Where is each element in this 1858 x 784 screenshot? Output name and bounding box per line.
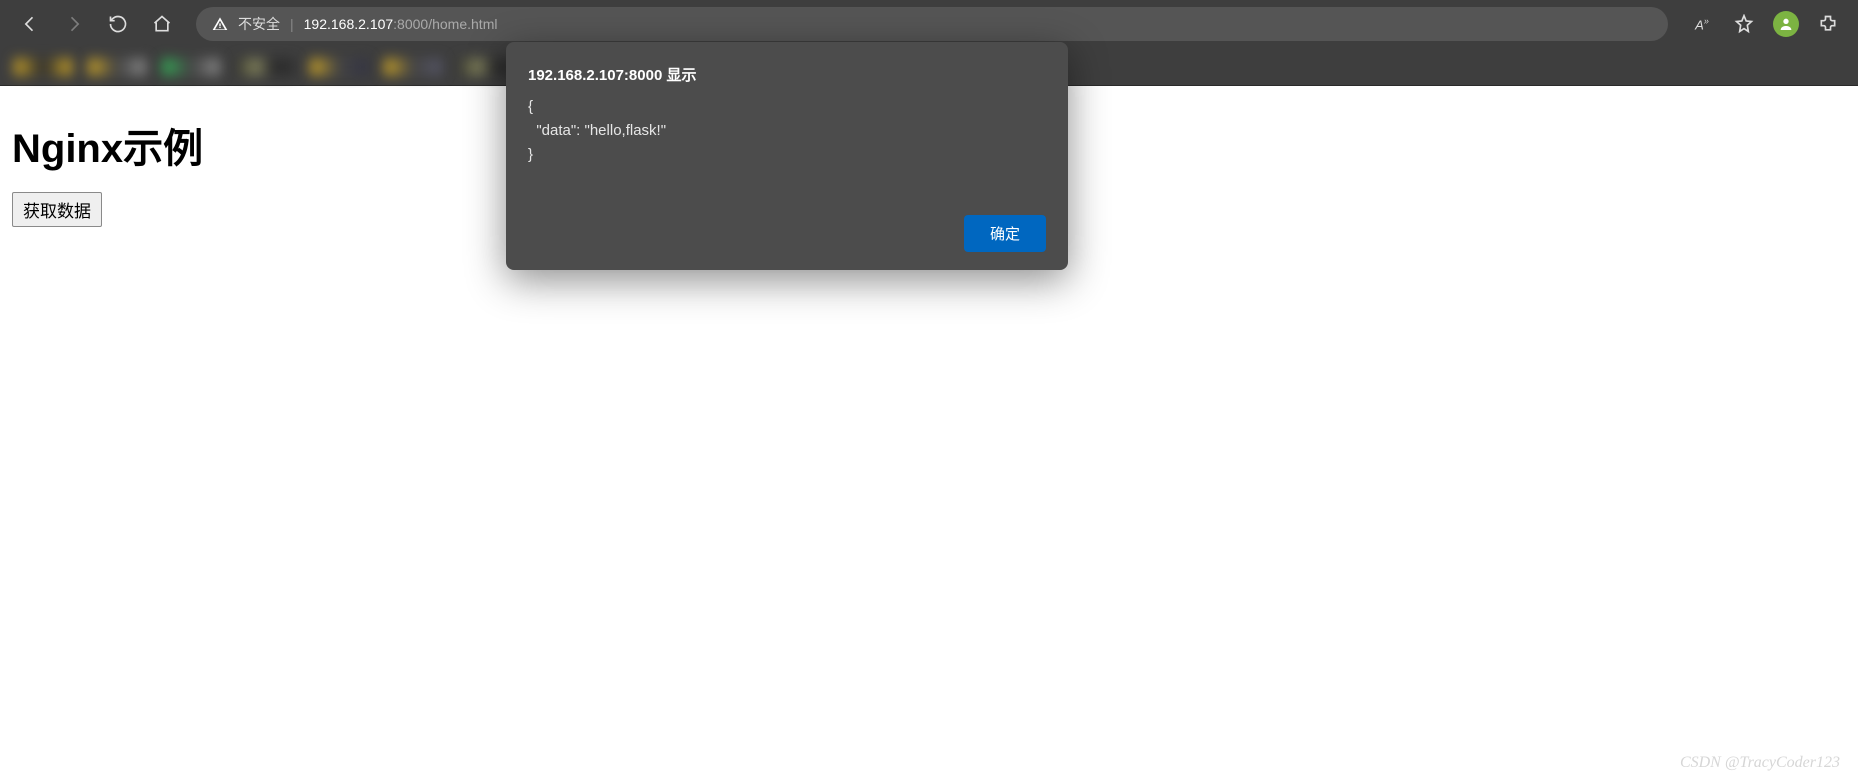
url-path: /home.html: [428, 16, 497, 32]
refresh-button[interactable]: [100, 6, 136, 42]
forward-button[interactable]: [56, 6, 92, 42]
toolbar-right: A»: [1684, 6, 1846, 42]
url-text: 192.168.2.107:8000/home.html: [304, 16, 498, 32]
fetch-data-button[interactable]: 获取数据: [12, 192, 102, 227]
profile-avatar[interactable]: [1768, 6, 1804, 42]
url-port: :8000: [393, 16, 428, 32]
favorite-icon[interactable]: [1726, 6, 1762, 42]
bookmark-item[interactable]: [82, 53, 152, 81]
alert-message: { "data": "hello,flask!" }: [528, 95, 1046, 167]
extensions-icon[interactable]: [1810, 6, 1846, 42]
address-separator: |: [290, 16, 294, 32]
home-button[interactable]: [144, 6, 180, 42]
url-host: 192.168.2.107: [304, 16, 394, 32]
bookmark-item[interactable]: [304, 53, 374, 81]
bookmark-item[interactable]: [8, 53, 78, 81]
browser-toolbar: 不安全 | 192.168.2.107:8000/home.html A»: [0, 0, 1858, 48]
not-secure-label: 不安全: [238, 14, 280, 34]
read-aloud-icon[interactable]: A»: [1684, 6, 1720, 42]
not-secure-icon: [212, 16, 228, 32]
javascript-alert-dialog: 192.168.2.107:8000 显示 { "data": "hello,f…: [506, 42, 1068, 270]
bookmark-item[interactable]: [378, 53, 448, 81]
alert-ok-button[interactable]: 确定: [964, 215, 1046, 252]
bookmark-item[interactable]: [230, 53, 300, 81]
address-bar[interactable]: 不安全 | 192.168.2.107:8000/home.html: [196, 7, 1668, 41]
alert-title: 192.168.2.107:8000 显示: [528, 64, 1046, 85]
bookmark-item[interactable]: [156, 53, 226, 81]
alert-actions: 确定: [528, 215, 1046, 252]
back-button[interactable]: [12, 6, 48, 42]
